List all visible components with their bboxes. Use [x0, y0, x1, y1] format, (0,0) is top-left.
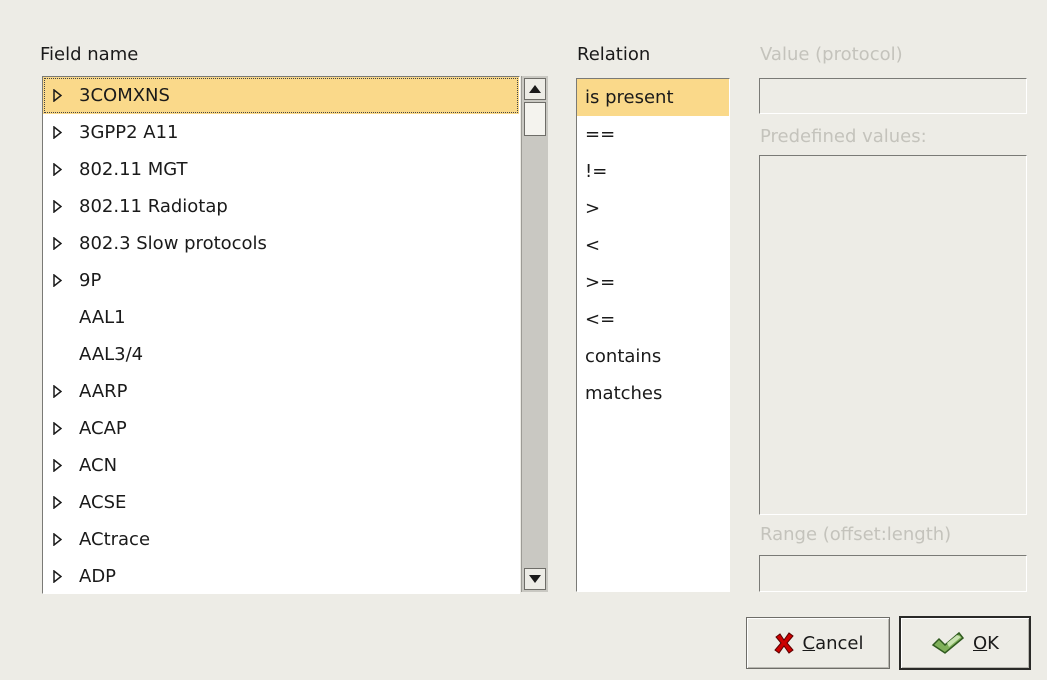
ok-button[interactable]: OK — [899, 616, 1031, 670]
cancel-button-label: Cancel — [802, 632, 864, 654]
relation-item[interactable]: < — [577, 227, 729, 264]
tree-row-label: ACtrace — [79, 529, 151, 550]
expander-triangle-icon[interactable] — [50, 558, 64, 593]
value-input — [759, 78, 1027, 114]
tree-row[interactable]: AAL3/4 — [43, 336, 519, 373]
predefined-values-list — [759, 155, 1027, 515]
tree-row-label: 3GPP2 A11 — [79, 122, 179, 143]
ok-button-label: OK — [973, 632, 999, 654]
scrollbar-thumb[interactable] — [524, 102, 546, 136]
tree-row[interactable]: AARP — [43, 373, 519, 410]
tree-row-label: AAL3/4 — [79, 344, 144, 365]
field-name-tree[interactable]: 3COMXNS 3GPP2 A11 802.11 MGT 802.11 Radiota… — [42, 76, 520, 594]
tree-row-label: 802.11 MGT — [79, 159, 188, 180]
tree-row-label: AARP — [79, 381, 128, 402]
tree-row[interactable]: 3GPP2 A11 — [43, 114, 519, 151]
range-input — [759, 555, 1027, 592]
tree-row[interactable]: ACN — [43, 447, 519, 484]
relation-item[interactable]: matches — [577, 375, 729, 412]
tree-row[interactable]: ACAP — [43, 410, 519, 447]
tree-row[interactable]: ACtrace — [43, 521, 519, 558]
expander-triangle-icon[interactable] — [50, 484, 64, 521]
value-label: Value (protocol) — [760, 44, 903, 65]
tree-row-label: 802.3 Slow protocols — [79, 233, 267, 254]
relation-item[interactable]: == — [577, 116, 729, 153]
tree-row[interactable]: ACSE — [43, 484, 519, 521]
tree-row[interactable]: ADP — [43, 558, 519, 593]
tree-row[interactable]: 9P — [43, 262, 519, 299]
relation-label: Relation — [577, 44, 651, 65]
scroll-up-button[interactable] — [524, 78, 546, 100]
tree-row-label: 9P — [79, 270, 102, 291]
expander-triangle-icon[interactable] — [50, 262, 64, 299]
relation-item[interactable]: <= — [577, 301, 729, 338]
tree-row-label: AAL1 — [79, 307, 126, 328]
expander-triangle-icon[interactable] — [50, 151, 64, 188]
expander-triangle-icon[interactable] — [50, 447, 64, 484]
tree-row[interactable]: 802.11 MGT — [43, 151, 519, 188]
filter-expression-dialog: Field name Relation Value (protocol) 3CO… — [0, 0, 1047, 680]
cancel-button[interactable]: Cancel — [746, 617, 890, 669]
relation-item[interactable]: > — [577, 190, 729, 227]
cancel-x-icon — [773, 632, 795, 654]
predefined-values-label: Predefined values: — [760, 126, 927, 147]
relation-item[interactable]: contains — [577, 338, 729, 375]
tree-row-label: ACN — [79, 455, 118, 476]
field-name-label: Field name — [40, 44, 139, 65]
relation-item[interactable]: is present — [577, 79, 729, 116]
ok-check-icon — [931, 631, 965, 655]
expander-triangle-icon[interactable] — [50, 225, 64, 262]
expander-triangle-icon[interactable] — [50, 114, 64, 151]
tree-row-label: ACAP — [79, 418, 127, 439]
expander-triangle-icon[interactable] — [50, 77, 64, 114]
tree-row[interactable]: AAL1 — [43, 299, 519, 336]
tree-row[interactable]: 802.3 Slow protocols — [43, 225, 519, 262]
expander-triangle-icon[interactable] — [50, 410, 64, 447]
scroll-up-arrow-icon — [529, 85, 541, 93]
field-tree-scrollbar[interactable] — [521, 76, 548, 592]
expander-triangle-icon[interactable] — [50, 521, 64, 558]
relation-list[interactable]: is present == != > < >= <= contains matches — [576, 78, 730, 592]
range-label: Range (offset:length) — [760, 524, 952, 545]
tree-row-label: 3COMXNS — [79, 85, 170, 106]
tree-row-label: ADP — [79, 566, 117, 587]
tree-row-label: 802.11 Radiotap — [79, 196, 228, 217]
relation-item[interactable]: >= — [577, 264, 729, 301]
tree-row-label: ACSE — [79, 492, 127, 513]
tree-row[interactable]: 3COMXNS — [43, 77, 519, 114]
expander-triangle-icon[interactable] — [50, 188, 64, 225]
scroll-down-button[interactable] — [524, 568, 546, 590]
expander-triangle-icon[interactable] — [50, 373, 64, 410]
tree-row[interactable]: 802.11 Radiotap — [43, 188, 519, 225]
relation-item[interactable]: != — [577, 153, 729, 190]
scroll-down-arrow-icon — [529, 575, 541, 583]
